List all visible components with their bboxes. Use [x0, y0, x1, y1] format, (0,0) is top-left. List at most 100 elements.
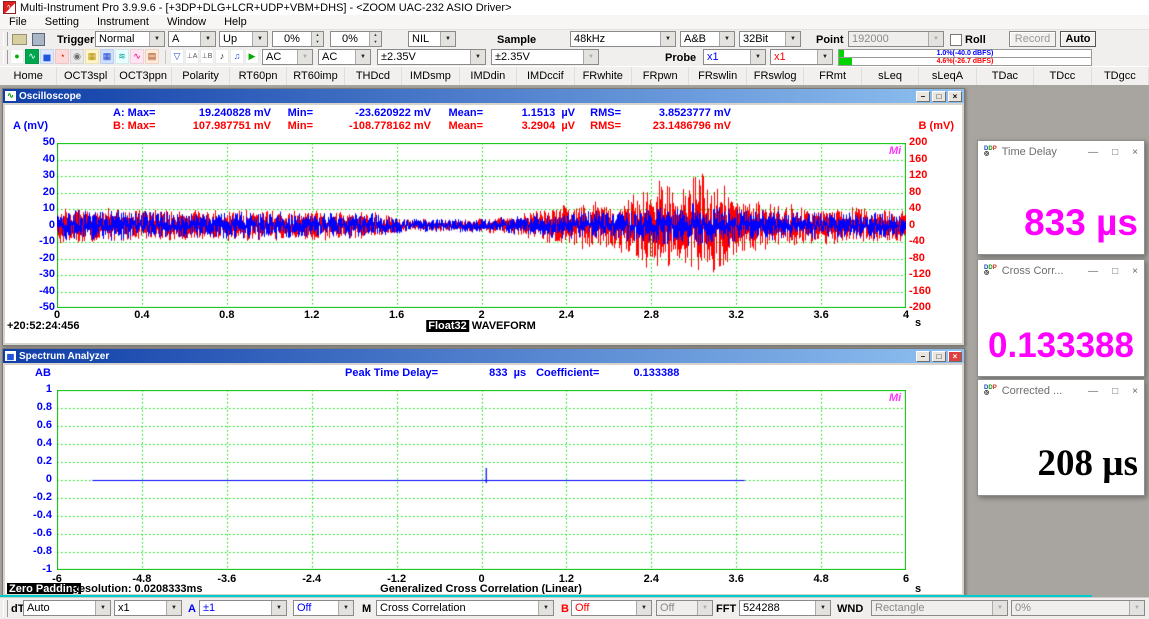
toolbar-grip[interactable]: [3, 50, 8, 64]
tab-oct3ppn[interactable]: OCT3ppn: [115, 67, 172, 85]
menu-instrument[interactable]: Instrument: [88, 16, 158, 28]
chevron-down-icon[interactable]: ▼: [815, 601, 830, 615]
x-multiplier-select[interactable]: x1▼: [114, 600, 182, 616]
menu-file[interactable]: File: [0, 16, 36, 28]
channel-b-processing-select[interactable]: Off▼: [571, 600, 652, 616]
chevron-down-icon[interactable]: ▼: [660, 32, 675, 46]
probe-a-select[interactable]: x1▼: [703, 49, 766, 65]
tab-tdgcc[interactable]: TDgcc: [1092, 67, 1149, 85]
processing-mode-select[interactable]: Cross Correlation▼: [376, 600, 554, 616]
flask-icon[interactable]: ▽: [170, 49, 184, 64]
close-button[interactable]: ×: [1132, 266, 1138, 277]
chevron-down-icon[interactable]: ▼: [817, 50, 832, 64]
multimeter-icon[interactable]: ◔: [55, 49, 69, 64]
chevron-down-icon[interactable]: ▼: [785, 32, 800, 46]
tab-thdcd[interactable]: THDcd: [345, 67, 402, 85]
range-a-select[interactable]: ±2.35V▼: [377, 49, 486, 65]
chevron-down-icon[interactable]: ▼: [440, 32, 455, 46]
tab-sleq[interactable]: sLeq: [862, 67, 919, 85]
trigger-delay-stepper[interactable]: 0%▲▼: [330, 31, 382, 47]
channel-a-range-select[interactable]: ±1▼: [199, 600, 287, 616]
chevron-down-icon[interactable]: ▼: [719, 32, 734, 46]
bit-depth-select[interactable]: 32Bit▼: [739, 31, 801, 47]
tab-imdsmp[interactable]: IMDsmp: [402, 67, 459, 85]
tab-oct3spl[interactable]: OCT3spl: [57, 67, 114, 85]
tab-frswlog[interactable]: FRswlog: [747, 67, 804, 85]
menu-window[interactable]: Window: [158, 16, 215, 28]
hpf-select[interactable]: NIL▼: [408, 31, 456, 47]
tab-polarity[interactable]: Polarity: [172, 67, 229, 85]
chevron-down-icon[interactable]: ▼: [470, 50, 485, 64]
chevron-down-icon[interactable]: ▼: [95, 601, 110, 615]
channel-a-processing-select[interactable]: Off▼: [293, 600, 354, 616]
oscilloscope-icon[interactable]: ∿: [25, 49, 39, 64]
trigger-source-select[interactable]: A▼: [168, 31, 216, 47]
tab-sleqa[interactable]: sLeqA: [919, 67, 976, 85]
derived-data-logger-icon[interactable]: ≋: [115, 49, 129, 64]
close-button[interactable]: ×: [948, 351, 962, 362]
dt-mode-select[interactable]: Auto▼: [23, 600, 111, 616]
spin-down-icon[interactable]: ▼: [370, 39, 381, 46]
maximize-button[interactable]: □: [1112, 386, 1118, 397]
spectrum-analyzer-icon[interactable]: ▅: [40, 49, 54, 64]
channels-select[interactable]: A&B▼: [680, 31, 735, 47]
spin-up-icon[interactable]: ▲: [370, 32, 381, 39]
minimize-button[interactable]: —: [1088, 266, 1098, 277]
cross-correlation-title-bar[interactable]: DDP◎ Cross Corr... — □ ×: [978, 260, 1144, 282]
menu-setting[interactable]: Setting: [36, 16, 88, 28]
close-button[interactable]: ×: [1132, 147, 1138, 158]
spectrum-analyzer-title-bar[interactable]: ▅ Spectrum Analyzer – □ ×: [3, 349, 964, 363]
mic-calibration-icon[interactable]: ♪: [215, 49, 229, 64]
chevron-down-icon[interactable]: ▼: [355, 50, 370, 64]
speaker-icon[interactable]: ♫: [230, 49, 244, 64]
tab-rt60pn[interactable]: RT60pn: [230, 67, 287, 85]
tab-imddin[interactable]: IMDdin: [460, 67, 517, 85]
trigger-level-stepper[interactable]: 0%▲▼: [272, 31, 324, 47]
toolbar-grip[interactable]: [3, 600, 8, 617]
probe-b-select[interactable]: x1▼: [770, 49, 833, 65]
play-icon[interactable]: ▶: [245, 49, 259, 64]
range-b-select[interactable]: ±2.35V▼: [491, 49, 599, 65]
auto-button[interactable]: Auto: [1060, 31, 1096, 47]
trigger-mode-select[interactable]: Normal▼: [95, 31, 165, 47]
chevron-down-icon[interactable]: ▼: [200, 32, 215, 46]
tab-frpwn[interactable]: FRpwn: [632, 67, 689, 85]
data-logger-icon[interactable]: ▦: [85, 49, 99, 64]
tab-tdcc[interactable]: TDcc: [1034, 67, 1091, 85]
coupling-b-select[interactable]: AC▼: [318, 49, 371, 65]
save-icon[interactable]: [32, 33, 45, 46]
spin-up-icon[interactable]: ▲: [312, 32, 323, 39]
open-icon[interactable]: [12, 34, 27, 45]
tab-rt60imp[interactable]: RT60imp: [287, 67, 344, 85]
tab-imdccif[interactable]: IMDccif: [517, 67, 574, 85]
title-bar[interactable]: ∿ Multi-Instrument Pro 3.9.9.6 - [+3DP+D…: [0, 0, 1149, 15]
close-button[interactable]: ×: [948, 91, 962, 102]
tab-frmt[interactable]: FRmt: [804, 67, 861, 85]
chevron-down-icon[interactable]: ▼: [166, 601, 181, 615]
chevron-down-icon[interactable]: ▼: [636, 601, 651, 615]
coupling-a-select[interactable]: AC▼: [262, 49, 313, 65]
chevron-down-icon[interactable]: ▼: [271, 601, 286, 615]
tab-frwhite[interactable]: FRwhite: [575, 67, 632, 85]
close-button[interactable]: ×: [1132, 386, 1138, 397]
tab-home[interactable]: Home: [0, 67, 57, 85]
chevron-down-icon[interactable]: ▼: [538, 601, 553, 615]
calibration-a-icon[interactable]: ⊥A: [185, 49, 199, 64]
maximize-button[interactable]: □: [1112, 147, 1118, 158]
corrected-delay-title-bar[interactable]: DDP◎ Corrected ... — □ ×: [978, 380, 1144, 402]
minimize-button[interactable]: —: [1088, 386, 1098, 397]
tab-tdac[interactable]: TDac: [977, 67, 1034, 85]
chevron-down-icon[interactable]: ▼: [149, 32, 164, 46]
toolbar-grip[interactable]: [3, 32, 8, 46]
chevron-down-icon[interactable]: ▼: [252, 32, 267, 46]
tab-frswlin[interactable]: FRswlin: [689, 67, 746, 85]
signal-generator-icon[interactable]: ∿: [130, 49, 144, 64]
device-test-plan-icon[interactable]: ▤: [145, 49, 159, 64]
maximize-button[interactable]: □: [1112, 266, 1118, 277]
roll-checkbox[interactable]: [950, 34, 962, 46]
spin-down-icon[interactable]: ▼: [312, 39, 323, 46]
menu-help[interactable]: Help: [215, 16, 256, 28]
fft-size-select[interactable]: 524288▼: [739, 600, 831, 616]
chevron-down-icon[interactable]: ▼: [750, 50, 765, 64]
time-delay-title-bar[interactable]: DDP◎ Time Delay — □ ×: [978, 141, 1144, 163]
